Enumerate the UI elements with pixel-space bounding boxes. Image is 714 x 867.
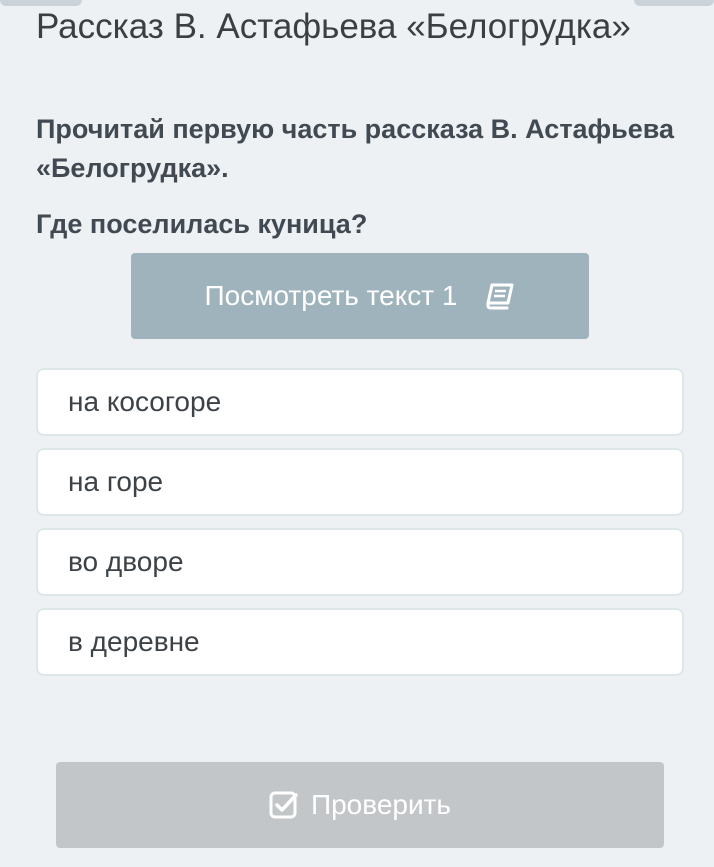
answer-option-label: на горе bbox=[68, 466, 164, 497]
answer-option-label: на косогоре bbox=[68, 386, 222, 417]
answer-option-label: в деревне bbox=[68, 626, 200, 657]
book-icon bbox=[485, 282, 515, 310]
question-instruction: Прочитай первую часть рассказа В. Астафь… bbox=[36, 114, 675, 183]
question-prompt: Где поселилась куница? bbox=[36, 209, 368, 239]
answer-option[interactable]: на косогоре bbox=[36, 368, 684, 436]
page-title: Рассказ В. Астафьева «Белогрудка» bbox=[36, 7, 631, 46]
check-button[interactable]: Проверить bbox=[56, 762, 664, 848]
top-tab-right[interactable] bbox=[634, 0, 714, 6]
answer-option-label: во дворе bbox=[68, 546, 184, 577]
answer-option[interactable]: в деревне bbox=[36, 608, 684, 676]
view-text-button[interactable]: Посмотреть текст 1 bbox=[131, 253, 589, 339]
answer-option[interactable]: во дворе bbox=[36, 528, 684, 596]
check-button-label: Проверить bbox=[310, 789, 452, 820]
view-text-button-label: Посмотреть текст 1 bbox=[204, 280, 458, 311]
answer-options: на косогоре на горе во дворе в деревне bbox=[36, 368, 684, 688]
answer-option[interactable]: на горе bbox=[36, 448, 684, 516]
question-block: Прочитай первую часть рассказа В. Астафь… bbox=[36, 110, 676, 244]
checkbox-check-icon bbox=[269, 790, 299, 820]
